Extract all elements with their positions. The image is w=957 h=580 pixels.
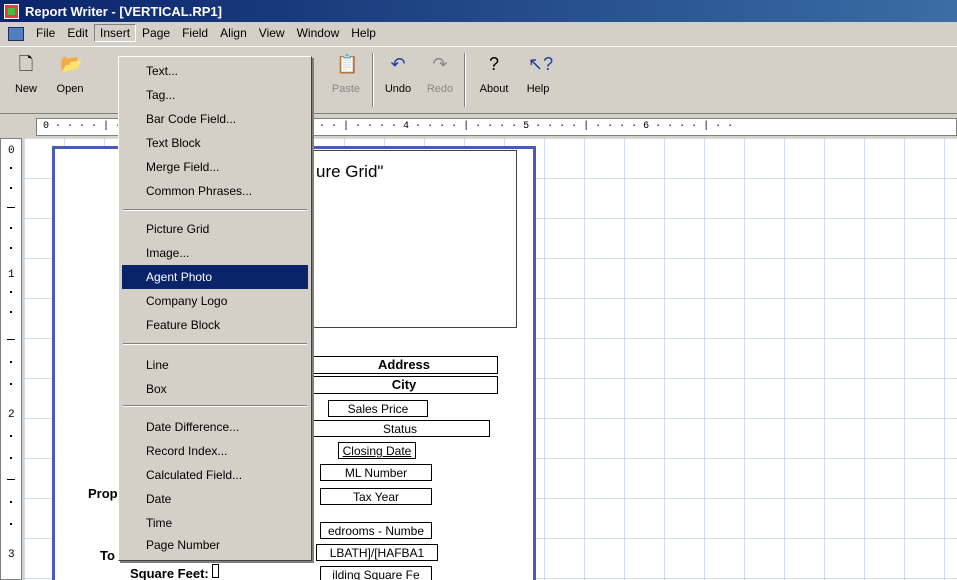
menu-file[interactable]: File (30, 24, 61, 42)
menu-item-merge-field[interactable]: Merge Field... (122, 155, 308, 179)
menu-item-box[interactable]: Box (122, 377, 308, 401)
to-label: To (100, 548, 115, 563)
ruler-mark-2: 2 (8, 409, 15, 421)
help-pointer-icon: ↖? (528, 54, 554, 74)
menu-item-record-index[interactable]: Record Index... (122, 439, 308, 463)
redo-button[interactable]: ↷ Redo (420, 51, 460, 109)
menu-item-time[interactable]: Time (122, 511, 308, 535)
bedrooms-field[interactable]: edrooms - Numbe (320, 522, 432, 539)
window-title: Report Writer - [VERTICAL.RP1] (25, 3, 222, 19)
menu-item-text[interactable]: Text... (122, 59, 308, 83)
menu-field[interactable]: Field (176, 24, 214, 42)
square-feet-label: Square Feet: (130, 566, 209, 580)
square-feet-box[interactable] (212, 564, 219, 578)
undo-button[interactable]: ↶ Undo (378, 51, 418, 109)
menu-item-page-number[interactable]: Page Number (122, 533, 308, 557)
app-icon[interactable] (4, 3, 19, 19)
paste-icon: 📋 (336, 54, 359, 74)
building-sqft-field[interactable]: ilding Square Fe (320, 566, 432, 580)
menu-insert[interactable]: Insert (94, 24, 137, 42)
prop-label: Prop (88, 486, 118, 501)
picture-grid-box[interactable] (279, 150, 517, 328)
menu-separator (123, 343, 307, 345)
ruler-mark-0: 0 (8, 145, 15, 157)
redo-button-label: Redo (426, 83, 454, 95)
undo-icon: ↶ (390, 54, 406, 74)
address-field[interactable]: Address (310, 356, 498, 374)
menu-bar: File Edit Insert Page Field Align View W… (0, 22, 957, 44)
menu-item-line[interactable]: Line (122, 353, 308, 377)
ruler-tick (10, 501, 12, 503)
ruler-tick (10, 457, 12, 459)
menu-view[interactable]: View (253, 24, 291, 42)
ruler-tick (10, 227, 12, 229)
ruler-tick (10, 523, 12, 525)
menu-item-tag[interactable]: Tag... (122, 83, 308, 107)
ruler-tick (10, 247, 12, 249)
new-button[interactable]: 🗋 New (6, 51, 46, 109)
ruler-tick (10, 291, 12, 293)
open-button-label: Open (56, 83, 84, 95)
question-icon: ? (488, 54, 499, 74)
baths-field[interactable]: LBATH]/[HAFBA1 (316, 544, 438, 561)
paste-button[interactable]: 📋 Paste (326, 51, 366, 109)
menu-item-bar-code-field[interactable]: Bar Code Field... (122, 107, 308, 131)
menu-item-agent-photo[interactable]: Agent Photo (122, 265, 308, 289)
menu-help[interactable]: Help (345, 24, 382, 42)
ruler-tick (10, 167, 12, 169)
document-icon[interactable] (6, 24, 26, 42)
menu-item-feature-block[interactable]: Feature Block (122, 313, 308, 337)
redo-icon: ↷ (432, 54, 448, 74)
menu-separator (123, 209, 307, 211)
paste-button-label: Paste (331, 83, 361, 95)
new-file-icon: 🗋 (18, 54, 34, 74)
menu-align[interactable]: Align (214, 24, 253, 42)
ruler-tick (7, 207, 15, 208)
toolbar-separator (372, 53, 374, 107)
open-folder-icon: 📂 (60, 54, 83, 74)
ruler-tick (10, 435, 12, 437)
help-button-label: Help (526, 83, 550, 95)
open-button[interactable]: 📂 Open (50, 51, 90, 109)
menu-window[interactable]: Window (291, 24, 346, 42)
menu-item-text-block[interactable]: Text Block (122, 131, 308, 155)
ruler-tick (7, 479, 15, 480)
picture-grid-label: ure Grid" (316, 162, 384, 181)
menu-item-date[interactable]: Date (122, 487, 308, 511)
ml-number-field[interactable]: ML Number (320, 464, 432, 481)
menu-item-company-logo[interactable]: Company Logo (122, 289, 308, 313)
menu-item-date-difference[interactable]: Date Difference... (122, 415, 308, 439)
menu-edit[interactable]: Edit (61, 24, 94, 42)
vertical-ruler: 0 1 2 3 (0, 138, 22, 580)
ruler-tick (10, 187, 12, 189)
closing-date-field[interactable]: Closing Date (338, 442, 416, 459)
ruler-tick (10, 383, 12, 385)
ruler-tick (7, 339, 15, 340)
menu-separator (123, 405, 307, 407)
title-bar: Report Writer - [VERTICAL.RP1] (0, 0, 957, 22)
about-button[interactable]: ? About (474, 51, 514, 109)
city-field[interactable]: City (310, 376, 498, 394)
ruler-tick (10, 311, 12, 313)
menu-item-image[interactable]: Image... (122, 241, 308, 265)
status-field[interactable]: Status (310, 420, 490, 437)
ruler-tick (10, 361, 12, 363)
menu-item-calculated-field[interactable]: Calculated Field... (122, 463, 308, 487)
tax-year-field[interactable]: Tax Year (320, 488, 432, 505)
new-button-label: New (14, 83, 37, 95)
sales-price-field[interactable]: Sales Price (328, 400, 428, 417)
insert-menu: Text... Tag... Bar Code Field... Text Bl… (118, 56, 312, 561)
undo-button-label: Undo (384, 83, 412, 95)
ruler-mark-1: 1 (8, 269, 15, 281)
about-button-label: About (479, 83, 509, 95)
toolbar-separator (464, 53, 466, 107)
help-button[interactable]: ↖? Help (518, 51, 558, 109)
menu-item-common-phrases[interactable]: Common Phrases... (122, 179, 308, 203)
menu-item-picture-grid[interactable]: Picture Grid (122, 217, 308, 241)
ruler-mark-3: 3 (8, 549, 15, 561)
menu-page[interactable]: Page (136, 24, 176, 42)
